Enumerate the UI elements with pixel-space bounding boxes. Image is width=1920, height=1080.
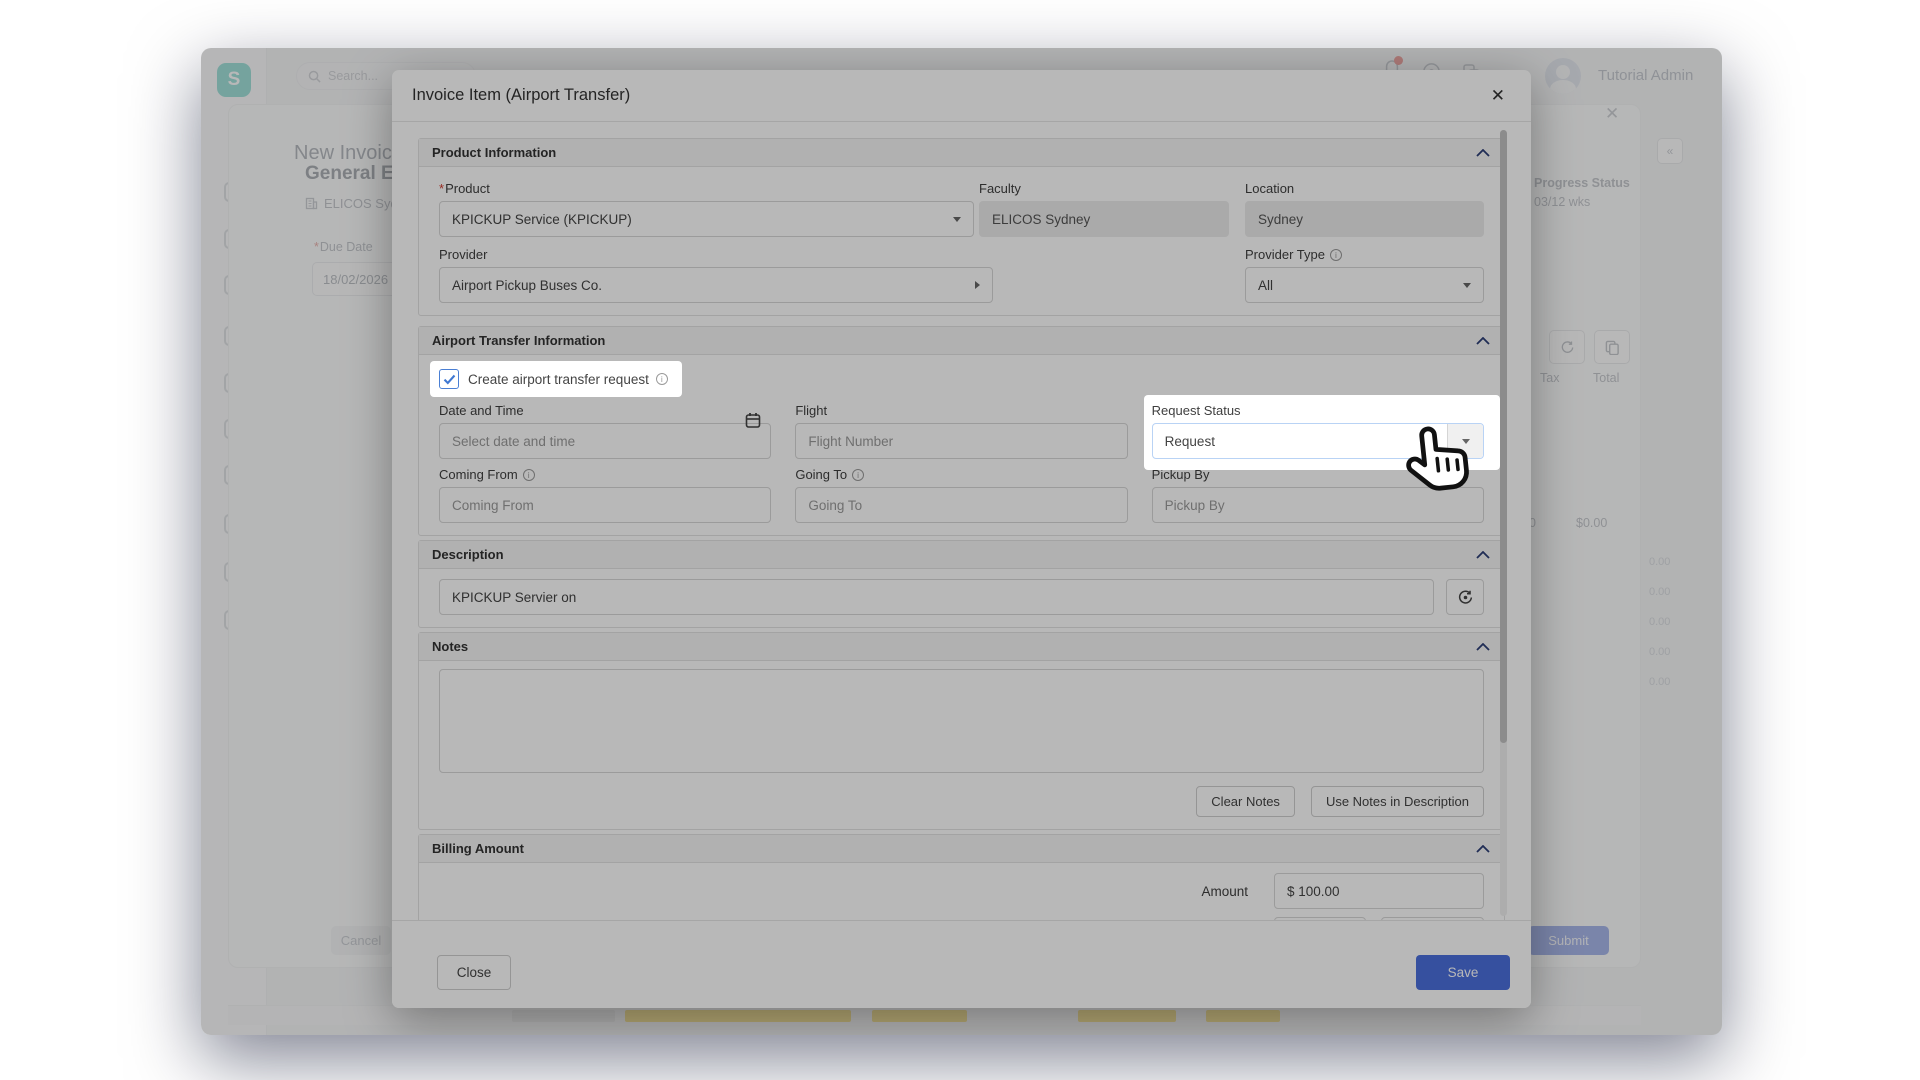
create-transfer-checkbox-label: Create airport transfer request <box>468 372 649 387</box>
info-icon: i <box>656 373 668 385</box>
hand-cursor-icon <box>1404 424 1476 507</box>
tour-dim-overlay <box>201 48 1722 1035</box>
checkmark-icon <box>443 374 456 385</box>
app-window: S Search... Tutorial Admin <box>201 48 1722 1035</box>
request-status-label: Request Status <box>1152 403 1484 418</box>
create-transfer-checkbox-spotlight: Create airport transfer request i <box>430 361 682 397</box>
desktop-wallpaper: S Search... Tutorial Admin <box>0 0 1920 1080</box>
create-transfer-checkbox[interactable] <box>439 369 459 389</box>
